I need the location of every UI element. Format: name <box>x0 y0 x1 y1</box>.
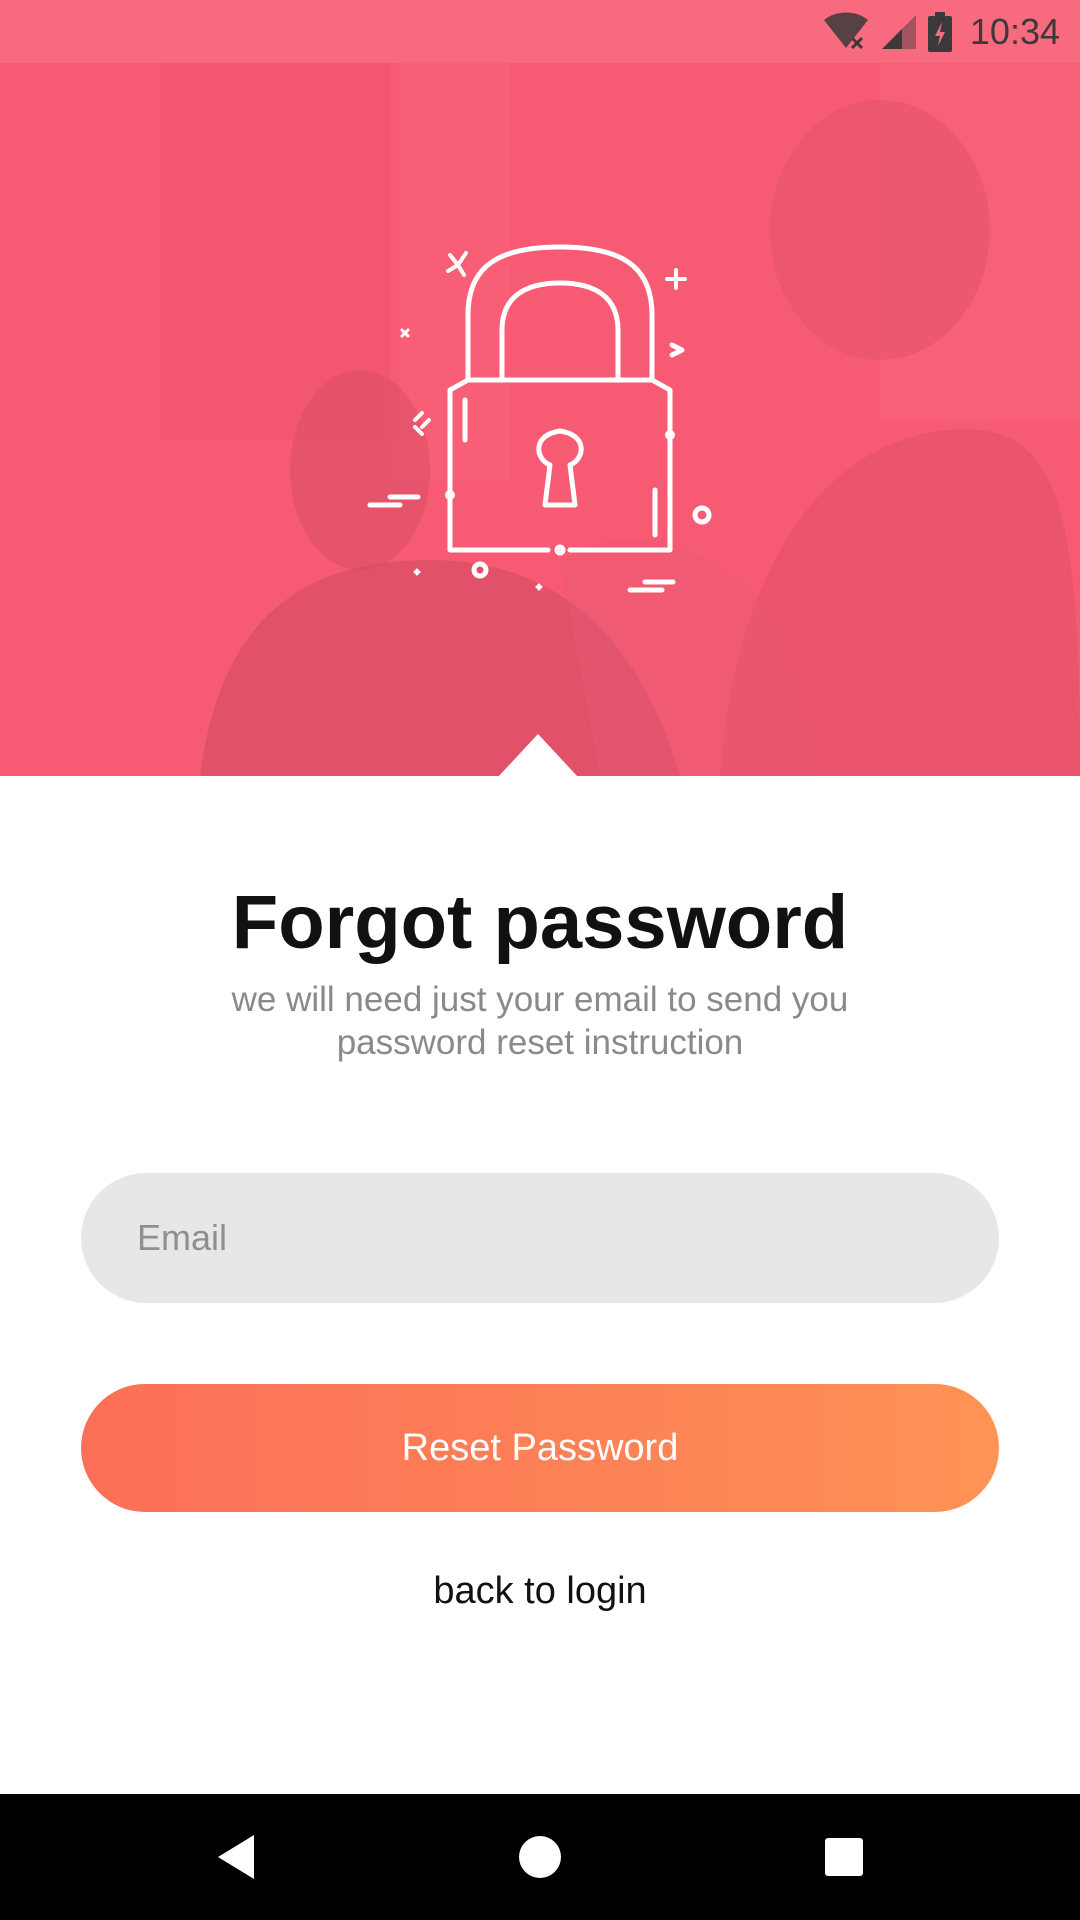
back-to-login-link[interactable]: back to login <box>0 1570 1080 1613</box>
nav-home-button[interactable] <box>480 1794 600 1920</box>
nav-back-button[interactable] <box>176 1794 296 1920</box>
back-icon <box>218 1835 254 1879</box>
battery-charging-icon <box>927 11 952 52</box>
forgot-password-screen: 10:34 Forgot password we will need just … <box>0 0 1080 1920</box>
status-time: 10:34 <box>969 10 1060 52</box>
navigation-bar <box>0 1794 1080 1920</box>
email-field[interactable] <box>81 1173 999 1303</box>
padlock-icon <box>367 244 712 593</box>
home-icon <box>519 1836 561 1878</box>
page-title: Forgot password <box>231 880 849 965</box>
page-subtitle: we will need just your email to send you… <box>231 980 849 1062</box>
hero-notch <box>498 734 578 777</box>
recents-icon <box>825 1838 863 1876</box>
hero-banner <box>0 0 1080 776</box>
wifi-off-icon <box>823 12 868 49</box>
cell-signal-icon <box>881 14 916 49</box>
status-bar: 10:34 <box>0 0 1080 63</box>
reset-password-button[interactable]: Reset Password <box>81 1384 999 1512</box>
nav-recents-button[interactable] <box>784 1794 904 1920</box>
